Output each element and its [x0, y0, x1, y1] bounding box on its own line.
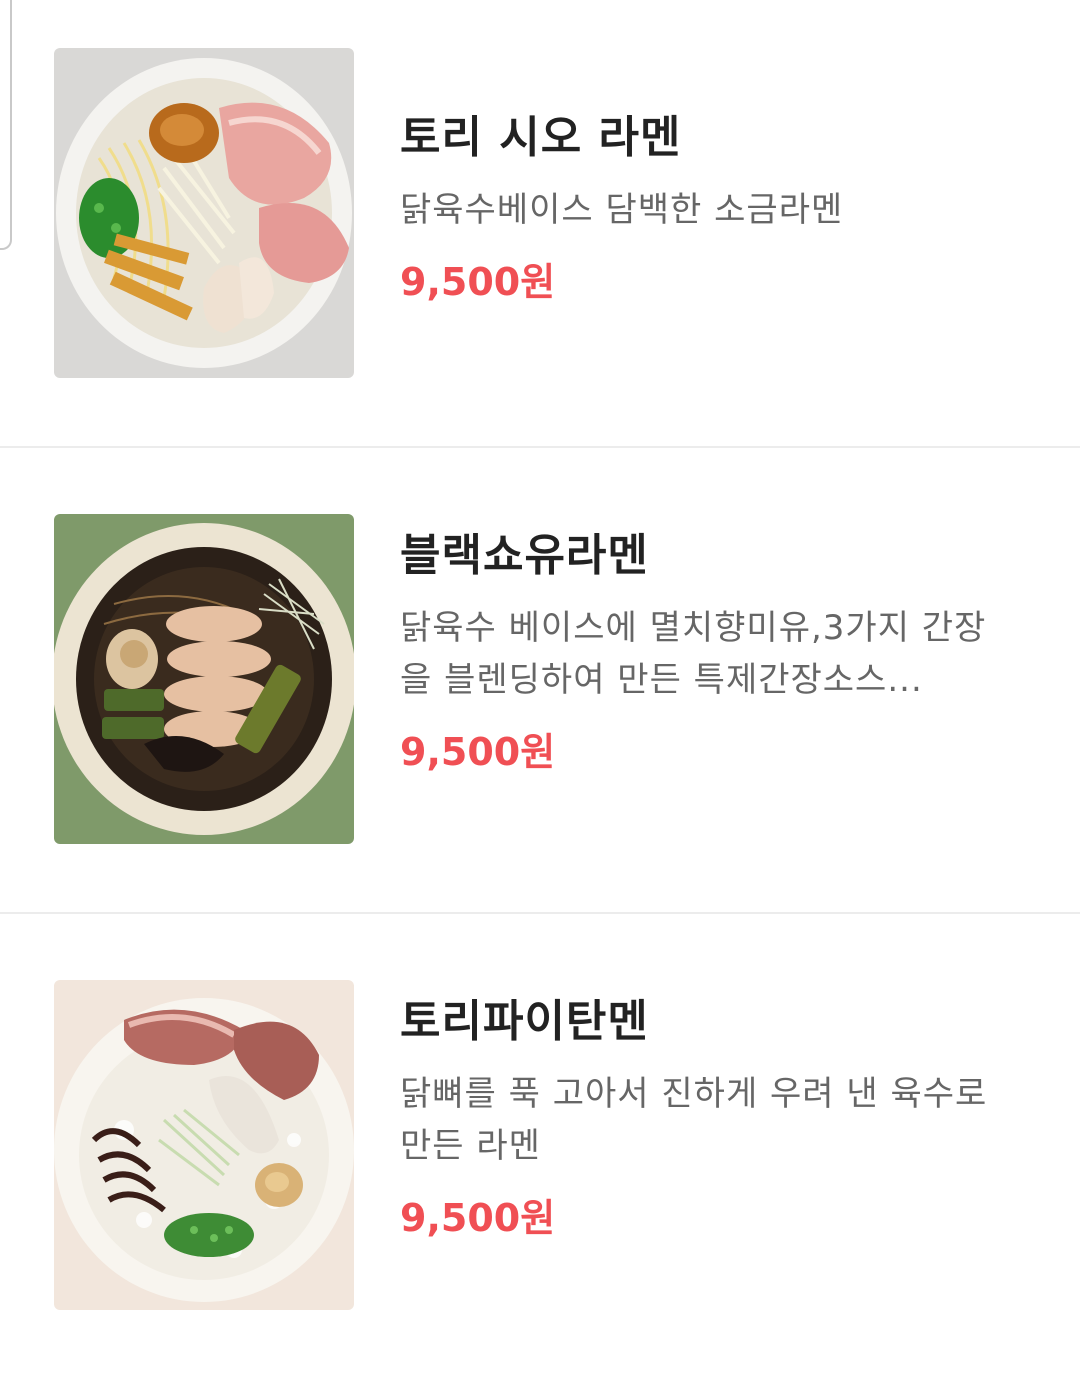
black-shoyu-ramen-photo [54, 514, 354, 844]
menu-item-name: 토리 시오 라멘 [400, 112, 682, 163]
menu-item-info: 토리파이탄멘 닭뼈를 푹 고아서 진하게 우려 낸 육수로 만든 라멘 9,50… [400, 992, 1010, 1244]
menu-item-description: 닭육수 베이스에 멸치향미유,3가지 간장을 블렌딩하여 만든 특제간장소스..… [400, 608, 987, 700]
menu-item-description: 닭뼈를 푹 고아서 진하게 우려 낸 육수로 만든 라멘 [400, 1074, 988, 1166]
menu-item-tori-shio[interactable]: 토리 시오 라멘 닭육수베이스 담백한 소금라멘 9,500원 [0, 0, 1080, 446]
shio-ramen-photo [54, 48, 354, 378]
menu-item-name: 토리파이탄멘 [400, 996, 649, 1047]
menu-item-price: 9,500원 [400, 1196, 556, 1240]
menu-item-black-shoyu[interactable]: 블랙쇼유라멘 닭육수 베이스에 멸치향미유,3가지 간장을 블렌딩하여 만든 특… [0, 446, 1080, 912]
menu-item-description: 닭육수베이스 담백한 소금라멘 [400, 190, 844, 230]
menu-item-info: 토리 시오 라멘 닭육수베이스 담백한 소금라멘 9,500원 [400, 108, 1010, 308]
menu-item-tori-paitan[interactable]: 토리파이탄멘 닭뼈를 푹 고아서 진하게 우려 낸 육수로 만든 라멘 9,50… [0, 912, 1080, 1374]
menu-item-name: 블랙쇼유라멘 [400, 530, 649, 581]
menu-item-price: 9,500원 [400, 260, 556, 304]
menu-item-price: 9,500원 [400, 730, 556, 774]
paitan-ramen-photo [54, 980, 354, 1310]
menu-list: 토리 시오 라멘 닭육수베이스 담백한 소금라멘 9,500원 블랙쇼유라멘 닭… [0, 0, 1080, 1374]
menu-item-info: 블랙쇼유라멘 닭육수 베이스에 멸치향미유,3가지 간장을 블렌딩하여 만든 특… [400, 526, 1010, 778]
